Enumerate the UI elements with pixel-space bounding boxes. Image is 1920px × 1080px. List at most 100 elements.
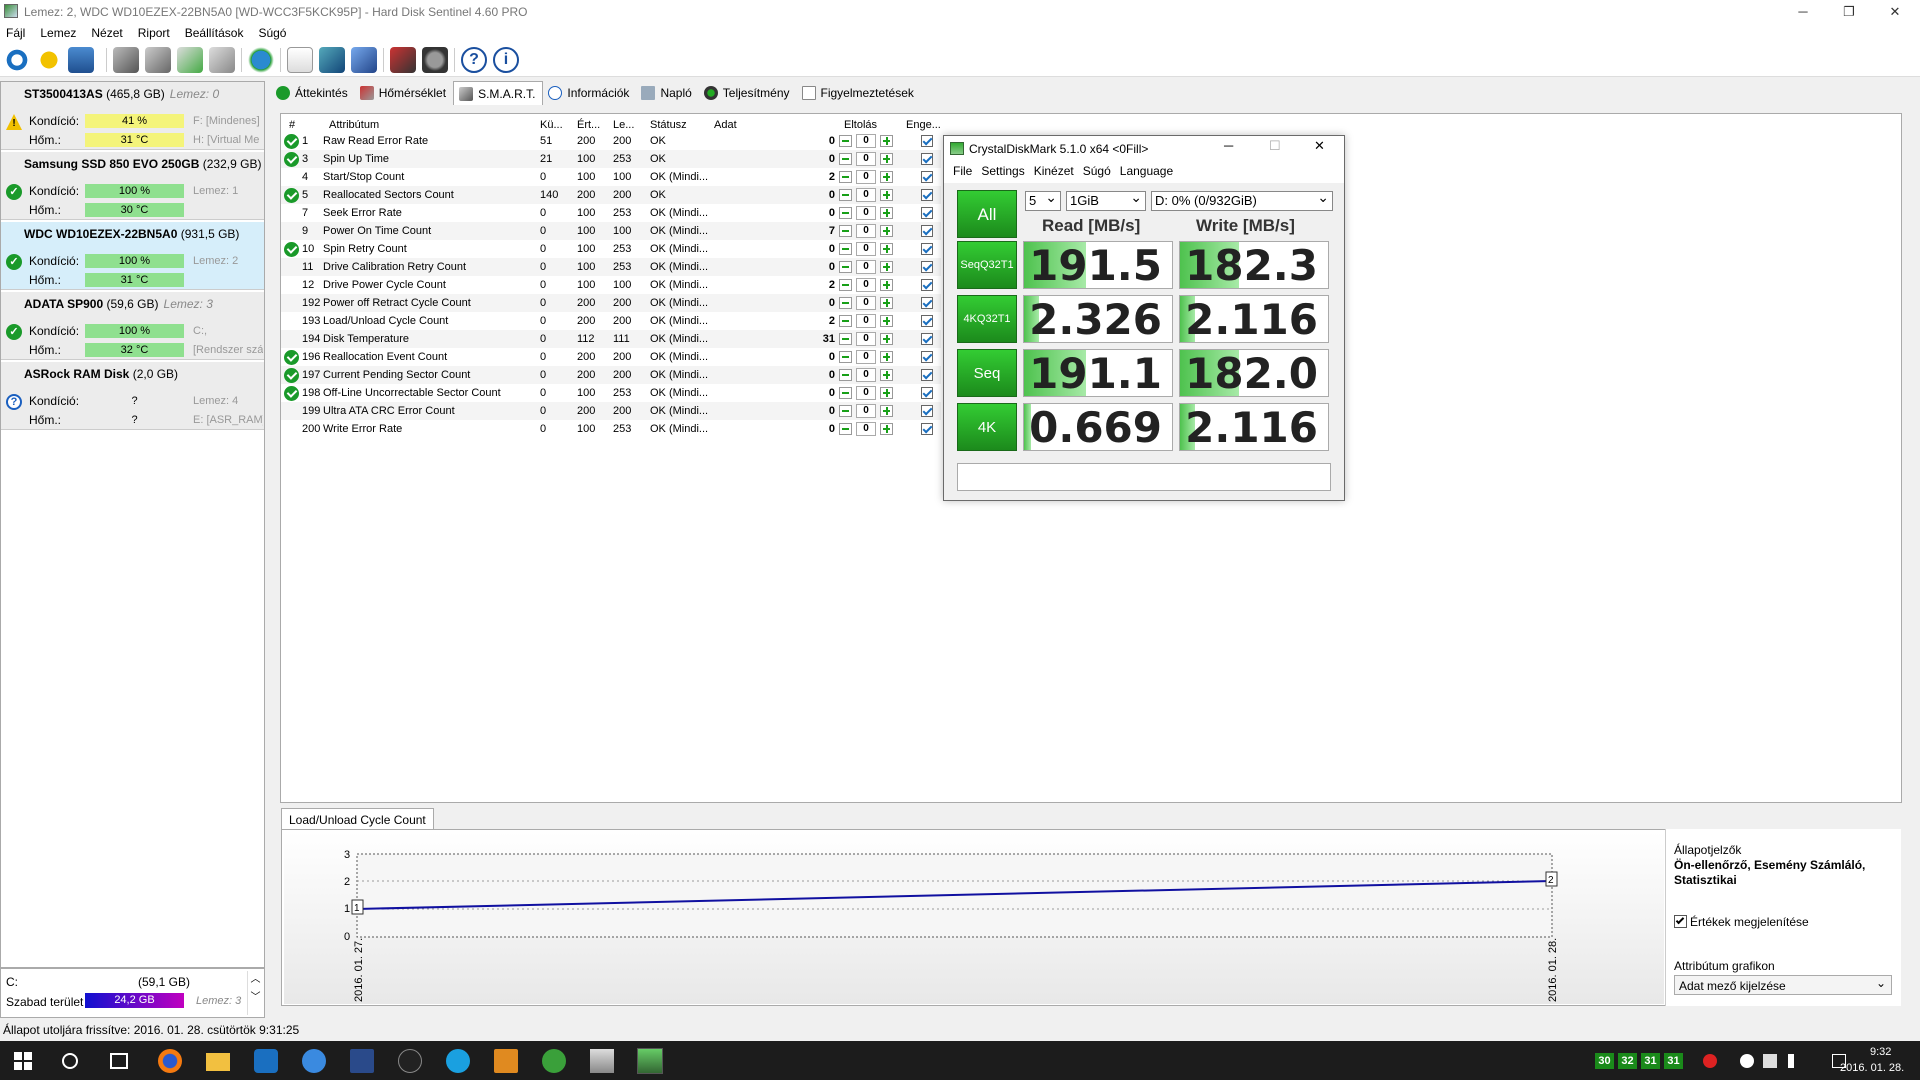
- minus-icon[interactable]: [839, 189, 852, 201]
- enable-checkbox[interactable]: [921, 279, 933, 291]
- plus-icon[interactable]: [880, 423, 893, 435]
- plus-icon[interactable]: [880, 405, 893, 417]
- enable-checkbox[interactable]: [921, 315, 933, 327]
- all-button[interactable]: All: [957, 190, 1017, 238]
- table-row[interactable]: 9 Power On Time Count 0 100 100 OK (Mindi... 7…: [281, 222, 941, 240]
- app-icon-orange[interactable]: [494, 1049, 518, 1073]
- plus-icon[interactable]: [880, 261, 893, 273]
- table-row[interactable]: 197 Current Pending Sector Count 0 200 200 OK…: [281, 366, 941, 384]
- table-row[interactable]: 4 Start/Stop Count 0 100 100 OK (Mindi... 2 0: [281, 168, 941, 186]
- offset-value[interactable]: 0: [856, 206, 876, 220]
- settings-icon[interactable]: [422, 46, 448, 73]
- offset-value[interactable]: 0: [856, 224, 876, 238]
- disk-item[interactable]: ASRock RAM Disk (2,0 GB)? Kondíció:? Lemez…: [1, 362, 264, 430]
- comment-field[interactable]: [957, 463, 1331, 491]
- repair-icon[interactable]: [177, 46, 203, 73]
- test-button[interactable]: 4K Q32T1: [957, 295, 1017, 343]
- tray-temp-icon[interactable]: 31: [1664, 1053, 1683, 1069]
- offset-value[interactable]: 0: [856, 314, 876, 328]
- tab-overview[interactable]: Áttekintés: [271, 81, 355, 105]
- col-enge[interactable]: Enge...: [906, 119, 941, 131]
- minus-icon[interactable]: [839, 333, 852, 345]
- cdm-maximize-button[interactable]: ☐: [1269, 138, 1281, 154]
- refresh-icon[interactable]: [4, 46, 30, 73]
- cdm-menu-file[interactable]: File: [953, 164, 972, 182]
- test-button[interactable]: 4K: [957, 403, 1017, 451]
- minimize-button[interactable]: ─: [1780, 0, 1826, 23]
- table-row[interactable]: 192 Power off Retract Cycle Count 0 200 200 O…: [281, 294, 941, 312]
- table-row[interactable]: 196 Reallocation Event Count 0 200 200 OK (Mi…: [281, 348, 941, 366]
- plus-icon[interactable]: [880, 135, 893, 147]
- offset-value[interactable]: 0: [856, 170, 876, 184]
- table-row[interactable]: 198 Off-Line Uncorrectable Sector Count 0 1…: [281, 384, 941, 402]
- offset-value[interactable]: 0: [856, 332, 876, 346]
- col-attribute[interactable]: Attribútum: [329, 119, 379, 131]
- minus-icon[interactable]: [839, 423, 852, 435]
- folder-icon[interactable]: [206, 1053, 230, 1071]
- cdm-menu-kinezet[interactable]: Kinézet: [1034, 164, 1074, 182]
- hds-icon[interactable]: [590, 1049, 614, 1073]
- cdm-menu-sugo[interactable]: Súgó: [1083, 164, 1111, 182]
- table-row[interactable]: 199 Ultra ATA CRC Error Count 0 200 200 OK (M…: [281, 402, 941, 420]
- disk-icon[interactable]: [68, 46, 94, 73]
- globe-icon[interactable]: [248, 46, 274, 73]
- tab-smart[interactable]: S.M.A.R.T.: [453, 81, 544, 105]
- plus-icon[interactable]: [880, 369, 893, 381]
- menu-file[interactable]: Fájl: [6, 26, 25, 40]
- enable-checkbox[interactable]: [921, 333, 933, 345]
- plus-icon[interactable]: [880, 315, 893, 327]
- show-values-checkbox[interactable]: [1674, 915, 1687, 928]
- plus-icon[interactable]: [880, 207, 893, 219]
- col-adat[interactable]: Adat: [714, 119, 737, 131]
- table-row[interactable]: 5 Reallocated Sectors Count 140 200 200 OK 0 0: [281, 186, 941, 204]
- tab-alerts[interactable]: Figyelmeztetések: [797, 81, 921, 105]
- attr-graph-select[interactable]: Adat mező kijelzése ⌄: [1674, 975, 1892, 995]
- plus-icon[interactable]: [880, 153, 893, 165]
- plus-icon[interactable]: [880, 225, 893, 237]
- chart-icon[interactable]: [390, 46, 416, 73]
- count-select[interactable]: 5: [1025, 189, 1061, 211]
- minus-icon[interactable]: [839, 387, 852, 399]
- enable-checkbox[interactable]: [921, 351, 933, 363]
- menu-sugo[interactable]: Súgó: [258, 26, 286, 40]
- enable-checkbox[interactable]: [921, 207, 933, 219]
- plus-icon[interactable]: [880, 171, 893, 183]
- plus-icon[interactable]: [880, 189, 893, 201]
- surface-test-icon[interactable]: [145, 46, 171, 73]
- offset-value[interactable]: 0: [856, 278, 876, 292]
- minus-icon[interactable]: [839, 153, 852, 165]
- enable-checkbox[interactable]: [921, 171, 933, 183]
- enable-checkbox[interactable]: [921, 243, 933, 255]
- media-icon[interactable]: [398, 1049, 422, 1073]
- offset-value[interactable]: 0: [856, 134, 876, 148]
- offset-value[interactable]: 0: [856, 350, 876, 364]
- report-icon[interactable]: [287, 46, 313, 73]
- minus-icon[interactable]: [839, 135, 852, 147]
- enable-checkbox[interactable]: [921, 153, 933, 165]
- table-row[interactable]: 11 Drive Calibration Retry Count 0 100 253 OK…: [281, 258, 941, 276]
- plus-icon[interactable]: [880, 351, 893, 363]
- tab-log[interactable]: Napló: [636, 81, 698, 105]
- maximize-button[interactable]: ❐: [1826, 0, 1872, 23]
- save-icon[interactable]: [350, 1049, 374, 1073]
- offset-value[interactable]: 0: [856, 188, 876, 202]
- network-icon[interactable]: [351, 46, 377, 73]
- enable-checkbox[interactable]: [921, 423, 933, 435]
- tab-temperature[interactable]: Hőmérséklet: [355, 81, 453, 105]
- size-select[interactable]: 1GiB: [1066, 189, 1146, 211]
- drive-select[interactable]: D: 0% (0/932GiB): [1151, 189, 1333, 211]
- table-row[interactable]: 193 Load/Unload Cycle Count 0 200 200 OK (Min…: [281, 312, 941, 330]
- table-row[interactable]: 194 Disk Temperature 0 112 111 OK (Mindi... 31…: [281, 330, 941, 348]
- free-scrollbar[interactable]: ︿ ﹀: [247, 971, 263, 1015]
- graph-tab[interactable]: Load/Unload Cycle Count: [281, 808, 434, 830]
- enable-checkbox[interactable]: [921, 189, 933, 201]
- minus-icon[interactable]: [839, 261, 852, 273]
- start-icon[interactable]: [14, 1052, 32, 1070]
- offset-value[interactable]: 0: [856, 242, 876, 256]
- tool-icon[interactable]: [209, 46, 235, 73]
- cdm-menu-settings[interactable]: Settings: [981, 164, 1024, 182]
- menu-riport[interactable]: Riport: [138, 26, 170, 40]
- search-icon[interactable]: [62, 1053, 78, 1069]
- col-eltolas[interactable]: Eltolás: [844, 119, 877, 131]
- minus-icon[interactable]: [839, 243, 852, 255]
